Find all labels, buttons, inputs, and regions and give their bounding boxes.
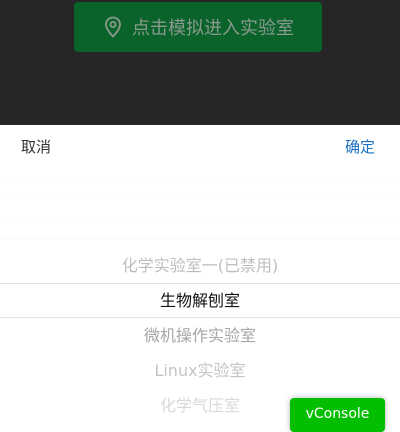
cancel-button[interactable]: 取消 <box>21 137 51 157</box>
enter-lab-button[interactable]: 点击模拟进入实验室 <box>74 2 322 52</box>
picker-divider <box>0 219 400 220</box>
picker-divider <box>0 199 400 200</box>
picker-option[interactable]: 化学实验室一(已禁用) <box>0 248 400 283</box>
lab-picker-column[interactable]: 化学实验室一(已禁用) 生物解刨室 微机操作实验室 Linux实验室 化学气压室 <box>0 169 400 427</box>
dimmed-background: 点击模拟进入实验室 <box>0 0 400 125</box>
picker-sheet: 取消 确定 化学实验室一(已禁用) 生物解刨室 微机操作实验室 Linux实验室… <box>0 125 400 427</box>
picker-option[interactable]: Linux实验室 <box>0 353 400 388</box>
picker-divider <box>0 179 400 180</box>
location-pin-icon <box>102 16 124 38</box>
picker-divider <box>0 239 400 240</box>
enter-lab-label: 点击模拟进入实验室 <box>132 18 294 39</box>
picker-option[interactable]: 微机操作实验室 <box>0 318 400 353</box>
picker-toolbar: 取消 确定 <box>0 125 400 169</box>
picker-option-selected[interactable]: 生物解刨室 <box>0 283 400 318</box>
confirm-button[interactable]: 确定 <box>345 137 375 157</box>
